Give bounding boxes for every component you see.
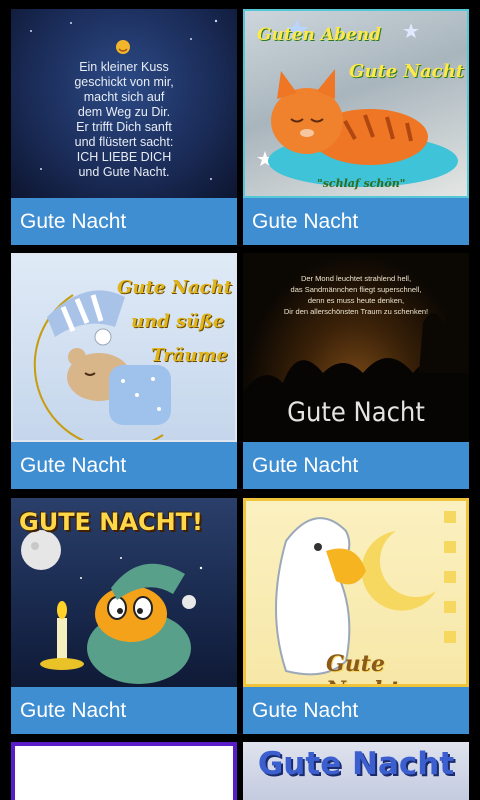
image-text-line: dem Weg zu Dir. [77,105,171,119]
image-text-title: Gute Nacht [117,277,232,298]
image-text-title: und süße [131,311,225,332]
card-caption: Gute Nacht [11,442,237,489]
card-caption: Gute Nacht [11,198,237,245]
card-image: Gute Nacht und süße Träume [11,253,237,442]
image-grid: Ein kleiner Kuss geschickt von mir, mach… [0,0,480,800]
image-text-title: Gute Nacht [349,61,464,82]
image-text-line: Er trifft Dich sanft [76,120,172,134]
image-text-title: Gute Nacht [326,651,400,684]
card-caption: Gute Nacht [243,198,469,245]
grid-item-partial-right[interactable]: Gute Nacht [243,742,469,800]
image-text-line: Der Mond leuchtet strahlend hell, [300,274,412,283]
grid-item-sleeping-cat[interactable]: Guten Abend Gute Nacht "schlaf schön" Gu… [243,9,469,245]
image-text-line: Ein kleiner Kuss [79,60,169,74]
card-image: GUTE NACHT! [11,498,237,687]
image-text-title: Träume [151,345,228,366]
card-caption: Gute Nacht [11,687,237,734]
image-text-title: GUTE NACHT! [19,508,203,536]
image-text-line: macht sich auf [83,90,165,104]
image-text-title: Gute Nacht [287,397,425,428]
card-caption: Gute Nacht [243,442,469,489]
grid-item-partial-left[interactable] [11,742,237,800]
image-text-title: Guten Abend [257,25,381,45]
grid-item-night-bird[interactable]: Gute Nacht Gute Nacht [243,498,469,734]
image-text-line: ICH LIEBE DICH [76,150,172,164]
image-text-line: geschickt von mir, [74,75,174,89]
image-text-line: und Gute Nacht. [78,165,170,179]
grid-item-moon-poem[interactable]: Der Mond leuchtet strahlend hell, das Sa… [243,253,469,489]
card-image: Ein kleiner Kuss geschickt von mir, mach… [11,9,237,198]
grid-item-kiss-message[interactable]: Ein kleiner Kuss geschickt von mir, mach… [11,9,237,245]
card-image: Der Mond leuchtet strahlend hell, das Sa… [243,253,469,442]
grid-item-moon-bear[interactable]: Gute Nacht und süße Träume Gute Nacht [11,253,237,489]
image-text-title: Gute Nacht [257,746,455,782]
grid-item-candle-character[interactable]: GUTE NACHT! Gute Nacht [11,498,237,734]
card-caption: Gute Nacht [243,687,469,734]
image-text-line: denn es muss heute denken, [307,296,405,305]
image-text-line: das Sandmännchen fliegt superschnell, [290,285,422,294]
card-image [11,742,237,800]
card-image: Guten Abend Gute Nacht "schlaf schön" [243,9,469,198]
image-text-line: und flüstert sacht: [74,135,174,149]
card-image: Gute Nacht [243,498,469,687]
image-text-line: Dir den allerschönsten Traum zu schenken… [283,307,429,316]
image-text-subtitle: "schlaf schön" [317,177,406,190]
card-image: Gute Nacht [243,742,469,800]
